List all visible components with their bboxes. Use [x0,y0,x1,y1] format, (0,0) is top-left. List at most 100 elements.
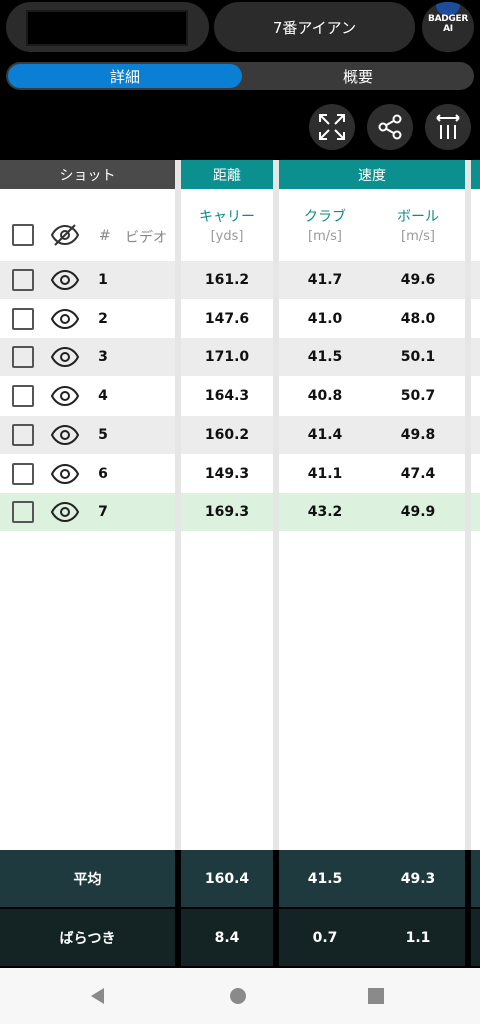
table-row[interactable]: 6 149.3 41.1 47.4 [0,455,480,493]
row-checkbox[interactable] [12,346,34,368]
column-carry-unit: [yds] [210,229,244,244]
table-row[interactable]: 4 164.3 40.8 50.7 [0,377,480,415]
average-next-column [471,850,480,907]
eye-icon[interactable] [50,501,80,523]
tab-detail-label: 詳細 [109,67,140,86]
eye-icon[interactable] [50,308,80,330]
tab-summary[interactable]: 概要 [244,64,472,88]
variation-ball-speed: 1.1 [371,909,465,966]
shot-number: 3 [98,349,108,365]
column-carry[interactable]: キャリー [181,206,273,226]
eye-icon[interactable] [50,346,80,368]
row-checkbox[interactable] [12,269,34,291]
row-checkbox[interactable] [12,308,34,330]
column-number: # [99,228,111,244]
ball-speed-value: 49.8 [400,427,436,443]
carry-value: 147.6 [204,311,250,327]
club-speed-value: 41.1 [307,466,343,482]
recents-icon[interactable] [366,986,386,1006]
average-ball-speed: 49.3 [371,850,465,907]
average-row: 平均 160.4 41.5 49.3 [0,850,480,907]
column-divider [465,160,471,850]
ball-speed-value: 50.7 [400,388,436,404]
share-icon [378,114,402,140]
club-speed-value: 41.0 [307,311,343,327]
table-row-selected[interactable]: 7 169.3 43.2 49.9 [0,493,480,531]
header-distance: 距離 [181,160,273,189]
redacted-name-box [26,10,188,46]
shot-number: 2 [98,311,108,327]
club-speed-value: 40.8 [307,388,343,404]
column-video: ビデオ [125,230,167,246]
club-label: 7番アイアン [272,18,357,37]
club-speed-value: 41.4 [307,427,343,443]
header-next-group [471,160,480,189]
variation-row: ばらつき 8.4 0.7 1.1 [0,909,480,966]
share-button[interactable] [367,104,413,150]
header-speed: 速度 [279,160,465,189]
table-row[interactable]: 3 171.0 41.5 50.1 [0,338,480,376]
column-width-icon [436,114,460,139]
account-pill[interactable] [6,2,209,52]
badger-ai-logo[interactable]: BADGER AI [422,2,474,52]
logo-text: BADGER AI [428,14,468,34]
eye-off-icon[interactable] [50,222,80,248]
table-row[interactable]: 1 161.2 41.7 49.6 [0,261,480,299]
average-label: 平均 [0,850,175,907]
carry-value: 169.3 [204,504,250,520]
carry-value: 161.2 [204,272,250,288]
system-nav-bar [0,968,480,1024]
carry-value: 149.3 [204,466,250,482]
carry-value: 164.3 [204,388,250,404]
carry-value: 160.2 [204,427,250,443]
average-club-speed: 41.5 [279,850,371,907]
shot-table: ショット 距離 速度 # ビデオ キャリー [yds] クラブ [m/s] ボー… [0,160,480,850]
column-divider [175,160,181,850]
table-row[interactable]: 5 160.2 41.4 49.8 [0,416,480,454]
row-checkbox[interactable] [12,385,34,407]
shot-number: 6 [98,466,108,482]
variation-carry: 8.4 [181,909,273,966]
select-all-checkbox[interactable] [12,224,34,246]
column-width-button[interactable] [425,104,471,150]
top-bar: 7番アイアン BADGER AI [0,0,480,58]
shot-number: 4 [98,388,108,404]
home-icon[interactable] [228,986,248,1006]
variation-label: ばらつき [0,909,175,966]
row-checkbox[interactable] [12,463,34,485]
club-selector[interactable]: 7番アイアン [214,2,415,52]
header-shot: ショット [0,160,175,189]
variation-club-speed: 0.7 [279,909,371,966]
eye-icon[interactable] [50,269,80,291]
column-divider [273,160,279,850]
eye-icon[interactable] [50,424,80,446]
variation-next-column [471,909,480,966]
ball-speed-value: 48.0 [400,311,436,327]
stats-footer: 平均 160.4 41.5 49.3 ばらつき 8.4 0.7 1.1 [0,850,480,968]
view-tabs: 詳細 概要 [6,62,474,90]
table-row[interactable]: 2 147.6 41.0 48.0 [0,300,480,338]
club-speed-value: 41.5 [307,349,343,365]
average-carry: 160.4 [181,850,273,907]
ball-speed-value: 50.1 [400,349,436,365]
expand-icon [319,114,345,140]
column-club-speed[interactable]: クラブ [279,206,371,226]
eye-icon[interactable] [50,385,80,407]
row-checkbox[interactable] [12,424,34,446]
shot-number: 1 [98,272,108,288]
club-speed-value: 41.7 [307,272,343,288]
expand-button[interactable] [309,104,355,150]
ball-speed-value: 47.4 [400,466,436,482]
ball-speed-value: 49.9 [400,504,436,520]
tab-detail[interactable]: 詳細 [8,64,242,88]
shot-number: 7 [98,504,108,520]
back-icon[interactable] [88,986,108,1006]
tab-summary-label: 概要 [342,67,373,86]
column-ball-speed[interactable]: ボール [371,206,465,226]
eye-icon[interactable] [50,463,80,485]
carry-value: 171.0 [204,349,250,365]
club-speed-value: 43.2 [307,504,343,520]
row-checkbox[interactable] [12,501,34,523]
shot-number: 5 [98,427,108,443]
column-ball-speed-unit: [m/s] [401,229,435,244]
